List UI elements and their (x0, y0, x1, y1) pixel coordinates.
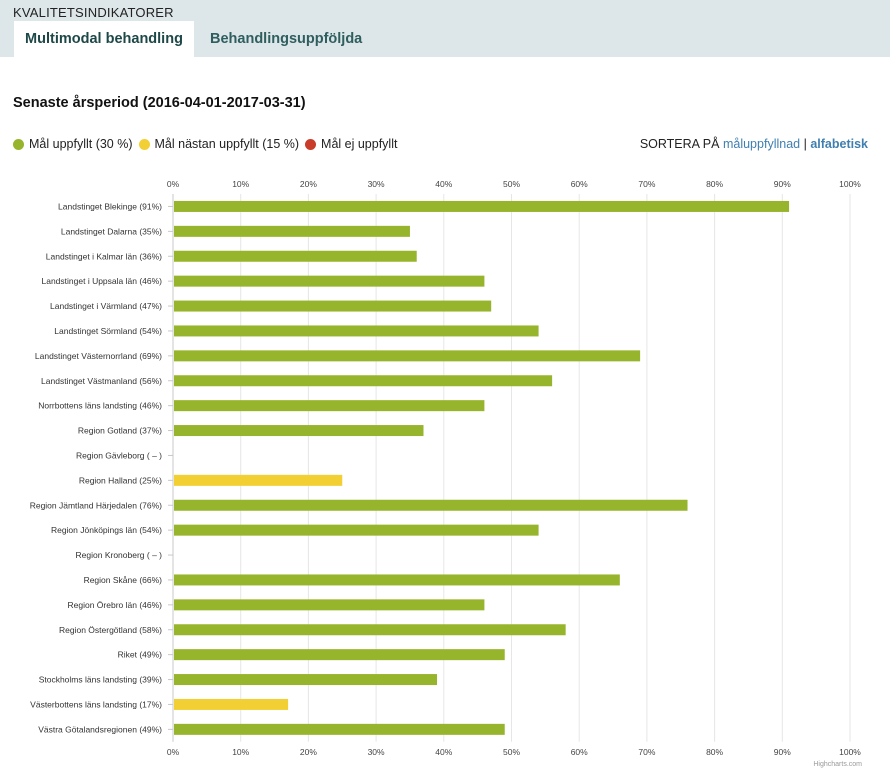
x-tick-label-bottom: 90% (774, 747, 791, 757)
bar-chart: 0% 0% 10% 10% 20% 20% 30% 30% 40% 40% 50% 50% 60% 60%… (30, 179, 862, 757)
category-label: Landstinget Dalarna (35%) (61, 226, 162, 236)
sort-controls: SORTERA PÅ måluppfyllnad | alfabetisk (640, 137, 868, 151)
x-tick-label-bottom: 60% (571, 747, 588, 757)
bar (174, 350, 641, 362)
bar (174, 375, 553, 387)
x-tick-label-top: 20% (300, 179, 317, 189)
x-tick-label-bottom: 40% (435, 747, 452, 757)
sort-by-goal-link[interactable]: måluppfyllnad (723, 137, 800, 151)
bar (174, 400, 485, 412)
x-tick-label-bottom: 20% (300, 747, 317, 757)
sort-alphabetical-link[interactable]: alfabetisk (810, 137, 868, 151)
yellow-dot-icon (138, 138, 150, 150)
red-dot-icon (305, 138, 317, 150)
legend-item-nearly-met[interactable]: Mål nästan uppfyllt (15 %) (138, 137, 300, 151)
category-label: Region Skåne (66%) (84, 575, 163, 585)
green-dot-icon (13, 138, 24, 150)
legend-label-not-met: Mål ej uppfyllt (321, 137, 398, 151)
bar (174, 624, 566, 636)
category-label: Region Östergötland (58%) (59, 625, 162, 635)
x-tick-label-top: 90% (774, 179, 791, 189)
category-label: Landstinget Västmanland (56%) (41, 376, 162, 386)
legend-item-met[interactable]: Mål uppfyllt (30 %) (13, 137, 133, 151)
category-label: Region Gävleborg ( – ) (76, 450, 162, 460)
sort-prefix: SORTERA PÅ (639, 137, 720, 151)
x-tick-label-top: 80% (706, 179, 723, 189)
category-label: Landstinget Blekinge (91%) (58, 201, 162, 211)
bar (174, 225, 410, 237)
tab-multimodal-behandling[interactable]: Multimodal behandling (14, 21, 194, 57)
x-tick-label-bottom: 70% (638, 747, 655, 757)
bar (174, 649, 505, 661)
x-tick-label-bottom: 100% (839, 747, 861, 757)
category-label: Landstinget i Uppsala län (46%) (42, 276, 163, 286)
category-label: Region Jämtland Härjedalen (76%) (30, 500, 162, 510)
category-label: Region Jönköpings län (54%) (51, 525, 162, 535)
category-label: Landstinget Västernorrland (69%) (35, 351, 162, 361)
bar (174, 275, 485, 287)
x-tick-label-bottom: 80% (706, 747, 723, 757)
x-tick-label-top: 30% (368, 179, 385, 189)
category-label: Region Örebro län (46%) (68, 600, 163, 610)
section-label: KVALITETSINDIKATORER (13, 5, 174, 20)
x-tick-label-bottom: 30% (368, 747, 385, 757)
legend-label-nearly-met: Mål nästan uppfyllt (15 %) (154, 137, 300, 151)
category-label: Region Gotland (37%) (78, 426, 162, 436)
bar (174, 574, 620, 586)
tab-behandlingsuppfoljda[interactable]: Behandlingsuppföljda (194, 21, 378, 57)
bar (174, 524, 539, 536)
category-label: Landstinget i Värmland (47%) (50, 301, 162, 311)
sort-separator: | (803, 137, 807, 151)
period-title: Senaste årsperiod (2016-04-01-2017-03-31… (13, 95, 306, 111)
category-label: Västra Götalandsregionen (49%) (38, 724, 162, 734)
x-tick-label-top: 40% (435, 179, 452, 189)
category-label: Region Kronoberg ( – ) (76, 550, 163, 560)
chart-legend: Mål uppfyllt (30 %) Mål nästan uppfyllt … (13, 137, 403, 151)
x-tick-label-bottom: 50% (503, 747, 520, 757)
category-label: Västerbottens läns landsting (17%) (30, 699, 162, 709)
legend-label-met: Mål uppfyllt (30 %) (29, 137, 133, 151)
bar (174, 474, 343, 486)
bar (174, 200, 790, 212)
bar (174, 325, 539, 337)
x-tick-label-top: 60% (571, 179, 588, 189)
x-tick-label-top: 70% (638, 179, 655, 189)
bar (174, 674, 438, 686)
category-label: Norrbottens läns landsting (46%) (38, 401, 162, 411)
bar (174, 300, 492, 312)
category-label: Riket (49%) (118, 650, 163, 660)
category-label: Stockholms läns landsting (39%) (39, 675, 162, 685)
x-tick-label-top: 0% (167, 179, 180, 189)
bar (174, 599, 485, 611)
x-tick-label-top: 50% (503, 179, 520, 189)
x-tick-label-top: 100% (839, 179, 861, 189)
bar (174, 250, 417, 262)
x-tick-label-bottom: 10% (232, 747, 249, 757)
bar (174, 698, 289, 710)
bar (174, 499, 688, 511)
category-label: Landstinget i Kalmar län (36%) (46, 251, 162, 261)
x-tick-label-top: 10% (232, 179, 249, 189)
category-label: Region Halland (25%) (79, 475, 162, 485)
bar (174, 425, 424, 437)
bar (174, 723, 505, 735)
legend-item-not-met[interactable]: Mål ej uppfyllt (305, 137, 397, 151)
category-label: Landstinget Sörmland (54%) (54, 326, 162, 336)
x-tick-label-bottom: 0% (167, 747, 180, 757)
